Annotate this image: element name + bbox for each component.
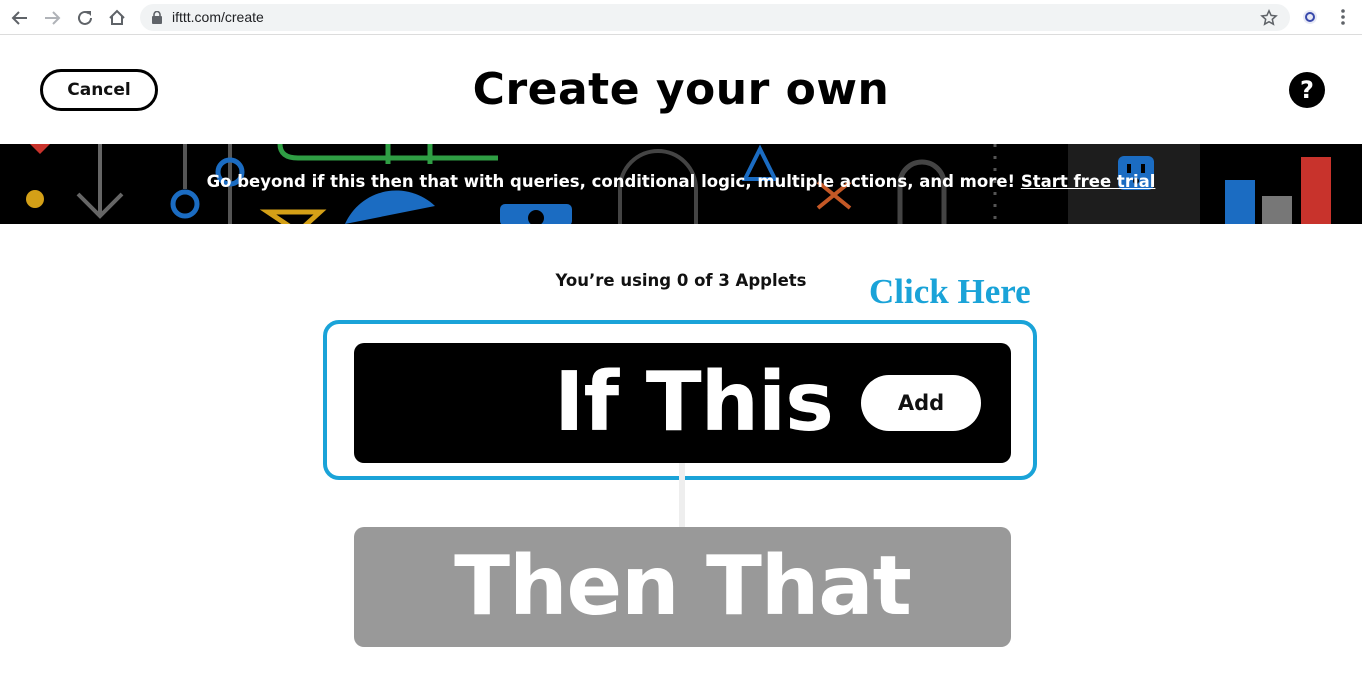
then-that-block: Then That [354,527,1011,647]
browser-toolbar: ifttt.com/create [0,0,1362,35]
extension-icon[interactable] [1301,8,1319,26]
if-this-block[interactable]: If This Add [354,343,1011,463]
lock-icon [152,11,162,24]
if-this-label: If This [554,355,834,450]
promo-message: Go beyond if this then that with queries… [0,172,1362,191]
address-bar[interactable]: ifttt.com/create [140,4,1290,31]
back-icon[interactable] [8,6,32,30]
promo-banner: Go beyond if this then that with queries… [0,144,1362,224]
home-icon[interactable] [105,6,129,30]
forward-icon[interactable] [40,6,64,30]
menu-icon[interactable] [1334,8,1352,26]
promo-text: Go beyond if this then that with queries… [206,172,1016,191]
connector-line [679,462,685,528]
start-free-trial-link[interactable]: Start free trial [1021,172,1156,191]
help-icon[interactable]: ? [1289,72,1325,108]
then-that-label: Then That [454,539,912,634]
reload-icon[interactable] [73,6,97,30]
applet-usage-text: You’re using 0 of 3 Applets [555,271,807,290]
page-title: Create your own [472,64,890,115]
star-icon[interactable] [1260,9,1278,27]
url-text: ifttt.com/create [172,9,264,25]
add-trigger-button[interactable]: Add [861,375,981,431]
click-here-annotation: Click Here [869,272,1031,311]
